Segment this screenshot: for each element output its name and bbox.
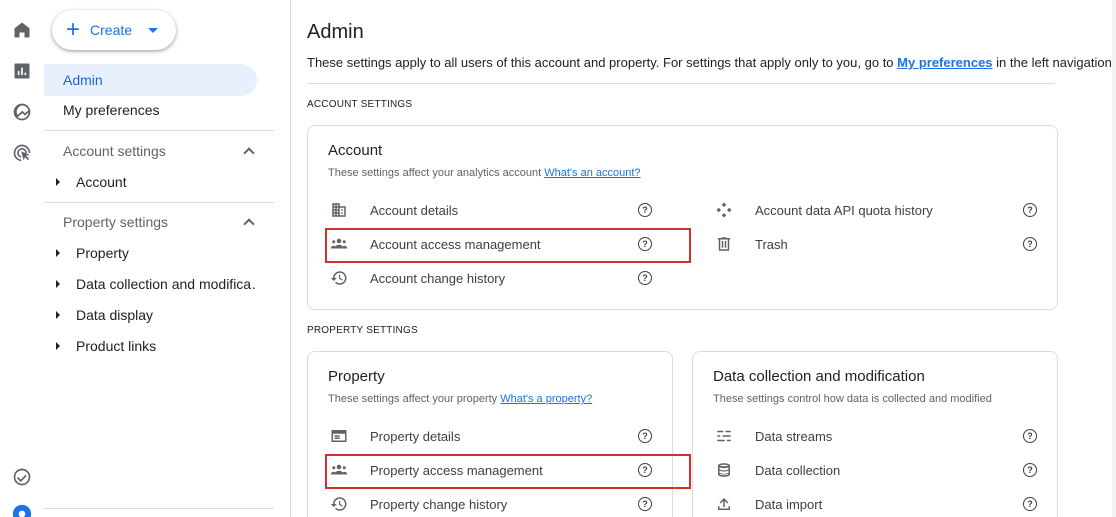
check-icon[interactable] [11, 466, 33, 488]
account-data-api-quota-history-row[interactable]: Account data API quota history [714, 195, 933, 225]
trash-row[interactable]: Trash [714, 229, 788, 259]
account-settings-heading: ACCOUNT SETTINGS [307, 99, 413, 110]
expand-arrow-icon [56, 249, 60, 257]
data-import-row[interactable]: Data import [714, 489, 822, 517]
building-icon [329, 200, 349, 220]
nav-section-account-settings[interactable]: Account settings [63, 143, 255, 159]
trash-icon [714, 234, 734, 254]
api-icon [714, 200, 734, 220]
nav-item-label: Data display [76, 307, 154, 323]
nav-item-my-preferences[interactable]: My preferences [63, 102, 159, 118]
help-icon[interactable]: ? [1023, 237, 1037, 251]
nav-section-label: Account settings [63, 143, 166, 159]
property-card: Property These settings affect your prop… [307, 351, 673, 517]
nav-item-data-collection[interactable]: Data collection and modifica… [56, 276, 256, 292]
whats-an-account-link[interactable]: What's an account? [544, 167, 640, 179]
whats-a-property-link[interactable]: What's a property? [500, 393, 592, 405]
header-divider [307, 83, 1055, 84]
history-icon [329, 268, 349, 288]
property-details-row[interactable]: Property details [329, 421, 460, 451]
data-streams-row[interactable]: Data streams [714, 421, 832, 451]
nav-item-admin[interactable]: Admin [44, 64, 257, 96]
card-title: Property [328, 368, 385, 385]
highlight-box-account-access [325, 228, 691, 263]
nav-item-label: Property [76, 245, 129, 261]
advertising-icon[interactable] [11, 142, 33, 164]
home-icon[interactable] [11, 19, 33, 41]
help-icon[interactable]: ? [1023, 497, 1037, 511]
row-label: Account change history [370, 270, 506, 286]
highlight-box-property-access [325, 454, 691, 489]
property-change-history-row[interactable]: Property change history [329, 489, 507, 517]
intro-text: These settings apply to all users of thi… [307, 55, 1115, 70]
chevron-up-icon [243, 147, 255, 159]
data-streams-icon [714, 426, 734, 446]
nav-divider [44, 508, 274, 509]
account-card: Account These settings affect your analy… [307, 125, 1058, 310]
nav-item-label: Product links [76, 338, 157, 354]
expand-arrow-icon [56, 342, 60, 350]
account-details-row[interactable]: Account details [329, 195, 458, 225]
dropdown-caret-icon [148, 27, 159, 33]
row-label: Account data API quota history [755, 202, 933, 218]
card-subtitle-text: These settings affect your analytics acc… [328, 167, 545, 179]
nav-item-data-display[interactable]: Data display [56, 307, 256, 323]
help-icon[interactable]: ? [638, 429, 652, 443]
history-icon [329, 494, 349, 514]
row-label: Data collection [755, 462, 841, 478]
card-subtitle-text: These settings affect your property [328, 393, 501, 405]
nav-divider [44, 130, 274, 131]
row-label: Account details [370, 202, 459, 218]
help-icon[interactable]: ? [1023, 429, 1037, 443]
create-button[interactable]: + Create [52, 10, 176, 50]
settings-icon[interactable] [11, 503, 33, 517]
data-collection-card: Data collection and modification These s… [692, 351, 1058, 517]
card-subtitle: These settings affect your analytics acc… [328, 167, 641, 179]
property-settings-heading: PROPERTY SETTINGS [307, 325, 418, 336]
database-icon [714, 460, 734, 480]
nav-item-label: Data collection and modifica… [76, 276, 256, 292]
upload-icon [714, 494, 734, 514]
account-change-history-row[interactable]: Account change history [329, 263, 505, 293]
nav-item-label: Account [76, 174, 127, 190]
create-label: Create [90, 22, 133, 38]
row-label: Data import [755, 496, 823, 512]
reports-icon[interactable] [11, 60, 33, 82]
nav-section-property-settings[interactable]: Property settings [63, 214, 255, 230]
help-icon[interactable]: ? [1023, 203, 1037, 217]
intro-text-tail: in the left navigation. [992, 55, 1116, 70]
expand-arrow-icon [56, 178, 60, 186]
card-subtitle: These settings control how data is colle… [713, 393, 992, 405]
card-title: Data collection and modification [713, 368, 925, 385]
data-collection-row[interactable]: Data collection [714, 455, 840, 485]
row-label: Data streams [755, 428, 833, 444]
card-subtitle: These settings affect your property What… [328, 393, 592, 405]
web-asset-icon [329, 426, 349, 446]
page-title: Admin [307, 21, 364, 43]
help-icon[interactable]: ? [638, 203, 652, 217]
plus-icon: + [66, 16, 81, 43]
my-preferences-link[interactable]: My preferences [897, 55, 992, 70]
left-rail [0, 0, 44, 517]
intro-text-body: These settings apply to all users of thi… [307, 55, 898, 70]
nav-item-property[interactable]: Property [56, 245, 256, 261]
row-label: Property details [370, 428, 461, 444]
help-icon[interactable]: ? [638, 271, 652, 285]
expand-arrow-icon [56, 311, 60, 319]
expand-arrow-icon [56, 280, 60, 288]
page-scrollbar[interactable] [1112, 0, 1116, 517]
nav-divider [44, 202, 274, 203]
admin-nav: + Create Admin My preferences Account se… [44, 0, 291, 517]
help-icon[interactable]: ? [638, 497, 652, 511]
row-label: Property change history [370, 496, 508, 512]
explore-icon[interactable] [11, 101, 33, 123]
chevron-up-icon [243, 218, 255, 230]
row-label: Trash [755, 236, 788, 252]
nav-section-label: Property settings [63, 214, 169, 230]
help-icon[interactable]: ? [1023, 463, 1037, 477]
card-title: Account [328, 142, 383, 159]
nav-item-account[interactable]: Account [56, 174, 256, 190]
nav-item-product-links[interactable]: Product links [56, 338, 256, 354]
